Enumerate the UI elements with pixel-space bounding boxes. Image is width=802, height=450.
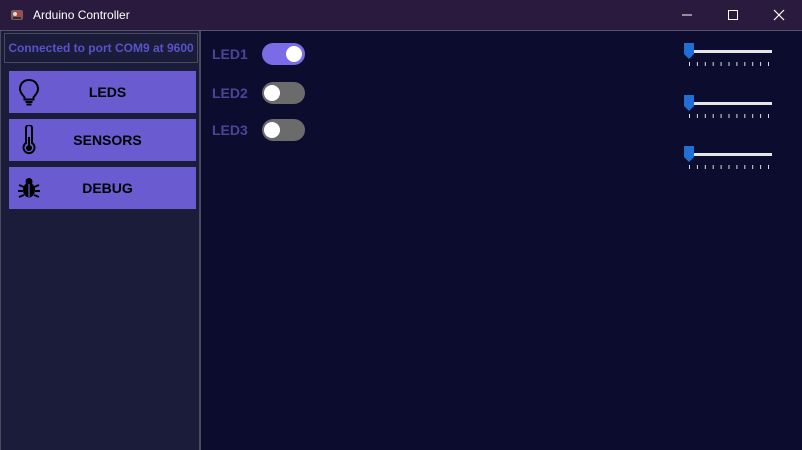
thermometer-icon: [9, 119, 49, 161]
maximize-button[interactable]: [710, 0, 756, 30]
close-button[interactable]: [756, 0, 802, 30]
slider-thumb[interactable]: [684, 146, 694, 162]
minimize-button[interactable]: [664, 0, 710, 30]
led-label: LED3: [212, 122, 248, 138]
led-row: LED1: [212, 43, 305, 65]
slider-ticks: [689, 62, 769, 66]
connection-status: Connected to port COM9 at 9600: [4, 33, 198, 63]
slider-track: [686, 153, 772, 156]
title-bar[interactable]: Arduino Controller: [0, 0, 802, 30]
led3-brightness-slider[interactable]: [684, 146, 774, 172]
minimize-icon: [682, 14, 692, 16]
toggle-knob: [286, 46, 302, 62]
maximize-icon: [728, 10, 738, 20]
sidebar-item-leds[interactable]: LEDS: [9, 71, 196, 113]
led-label: LED2: [212, 85, 248, 101]
sidebar-item-label: DEBUG: [82, 180, 133, 196]
sidebar: Connected to port COM9 at 9600 LEDS SENS…: [0, 31, 201, 450]
sidebar-item-debug[interactable]: DEBUG: [9, 167, 196, 209]
slider-thumb[interactable]: [684, 43, 694, 59]
app-icon: [9, 7, 25, 23]
led1-toggle[interactable]: [262, 43, 305, 65]
led1-brightness-slider[interactable]: [684, 43, 774, 69]
lightbulb-icon: [9, 71, 49, 113]
led-row: LED3: [212, 119, 305, 141]
led-label: LED1: [212, 46, 248, 62]
slider-track: [686, 102, 772, 105]
led2-toggle[interactable]: [262, 82, 305, 104]
sidebar-item-label: SENSORS: [73, 132, 142, 148]
toggle-knob: [264, 122, 280, 138]
sidebar-item-label: LEDS: [88, 84, 127, 100]
slider-ticks: [689, 114, 769, 118]
window-title: Arduino Controller: [33, 8, 130, 22]
led2-brightness-slider[interactable]: [684, 95, 774, 121]
close-icon: [773, 9, 785, 21]
main-panel: LED1 LED2 LED3: [202, 31, 802, 450]
led3-toggle[interactable]: [262, 119, 305, 141]
bug-icon: [9, 167, 49, 209]
slider-track: [686, 50, 772, 53]
sidebar-item-sensors[interactable]: SENSORS: [9, 119, 196, 161]
slider-thumb[interactable]: [684, 95, 694, 111]
slider-ticks: [689, 165, 769, 169]
led-row: LED2: [212, 82, 305, 104]
toggle-knob: [264, 85, 280, 101]
